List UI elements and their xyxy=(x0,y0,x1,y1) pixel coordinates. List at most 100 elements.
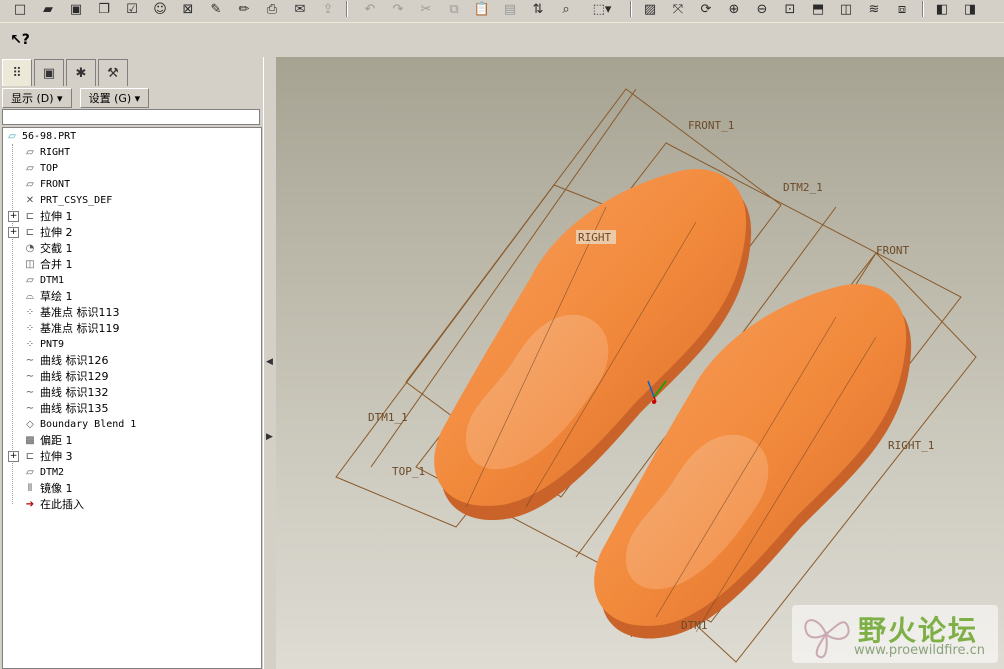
copy-icon[interactable]: ❐ xyxy=(94,0,114,18)
tree-item[interactable]: ⁘ 基准点 标识113 xyxy=(23,304,120,320)
tree-item[interactable]: ◇ Boundary Blend 1 xyxy=(23,416,136,432)
favorites-tab[interactable]: ✱ xyxy=(66,59,96,86)
arrow-pointer-icon: ↖ xyxy=(10,32,22,48)
toolbar-separator xyxy=(346,1,348,17)
settings-menu[interactable]: 设置 (G) ▾ xyxy=(79,88,150,108)
send-icon[interactable]: ⇪ xyxy=(318,0,338,18)
tree-expand-toggle[interactable]: + xyxy=(8,227,19,238)
expand-right-icon[interactable]: ▶ xyxy=(266,432,273,442)
context-toolbar: ↖? xyxy=(0,22,1004,57)
tree-item[interactable]: ✕ PRT_CSYS_DEF xyxy=(23,192,112,208)
tree-item[interactable]: ⌓ 草绘 1 xyxy=(23,288,73,304)
model-tree: ▱ 56-98.PRT ▱ RIGHT ▱ TOP ▱ FRONT ✕ PRT_CSYS_DE… xyxy=(2,127,262,669)
context-help-button[interactable]: ↖? xyxy=(8,29,32,51)
tree-item-label: 基准点 标识113 xyxy=(40,306,120,319)
repaint-icon[interactable]: ▨ xyxy=(640,0,660,18)
refit-icon[interactable]: ⊡ xyxy=(780,0,800,18)
datum-label-right1: RIGHT_1 xyxy=(888,439,934,452)
tree-item[interactable]: ⁘ 基准点 标识119 xyxy=(23,320,120,336)
save-icon[interactable]: ▣ xyxy=(66,0,86,18)
tree-item[interactable]: ◔ 交截 1 xyxy=(23,240,73,256)
tree-item[interactable]: ⫴ 镜像 1 xyxy=(23,480,73,496)
tools-tab[interactable]: ⚒ xyxy=(98,59,128,86)
tree-root[interactable]: ▱ 56-98.PRT xyxy=(5,128,76,144)
tree-item[interactable]: ∼ 曲线 标识135 xyxy=(23,400,109,416)
folder-tab[interactable]: ▣ xyxy=(34,59,64,86)
datum-label-dtm2: DTM2_1 xyxy=(783,181,823,194)
saved-views-icon[interactable]: ◫ xyxy=(836,0,856,18)
undo-icon[interactable]: ↶ xyxy=(360,0,380,18)
zoom-in-icon[interactable]: ⊕ xyxy=(724,0,744,18)
orient-icon[interactable]: ⟳ xyxy=(696,0,716,18)
mail-icon[interactable]: ✉ xyxy=(290,0,310,18)
tree-item-label: DTM2 xyxy=(40,466,65,478)
tree-item[interactable]: ▩ 偏距 1 xyxy=(23,432,73,448)
tree-item[interactable]: ⊏ 拉伸 1 xyxy=(23,208,73,224)
tree-item[interactable]: ▱ RIGHT xyxy=(23,144,70,160)
tree-connector xyxy=(12,144,13,504)
checkbox-icon[interactable]: ☑ xyxy=(122,0,142,18)
tree-filter-field[interactable] xyxy=(2,109,260,125)
tree-expand-toggle[interactable]: + xyxy=(8,211,19,222)
new-icon[interactable]: □ xyxy=(10,0,30,18)
paste-icon[interactable]: 📋 xyxy=(472,0,492,18)
tree-item-label: 草绘 1 xyxy=(40,290,73,303)
close-window-icon[interactable]: ⊠ xyxy=(178,0,198,18)
print-icon[interactable]: ⎙ xyxy=(262,0,282,18)
pencil-icon[interactable]: ✏ xyxy=(234,0,254,18)
tree-item-label: 偏距 1 xyxy=(40,434,73,447)
tree-item[interactable]: ⊏ 拉伸 3 xyxy=(23,448,73,464)
extrude-icon: ⊏ xyxy=(25,450,35,462)
regenerate-icon[interactable]: ⇅ xyxy=(528,0,548,18)
wireframe-icon[interactable]: ◨ xyxy=(960,0,980,18)
shading-icon[interactable]: ◧ xyxy=(932,0,952,18)
model-tree-icon: ⠿ xyxy=(12,65,22,81)
edit-icon[interactable]: ✎ xyxy=(206,0,226,18)
paste-special-icon[interactable]: ▤ xyxy=(500,0,520,18)
offset-icon: ▩ xyxy=(25,434,35,446)
curve-icon: ∼ xyxy=(25,386,35,398)
display-menu[interactable]: 显示 (D) ▾ xyxy=(2,88,72,108)
datum-plane-icon: ▱ xyxy=(26,162,34,174)
panel-splitter[interactable]: ◀ ▶ xyxy=(263,57,277,669)
tree-expand-toggle[interactable]: + xyxy=(8,451,19,462)
tree-item[interactable]: ∼ 曲线 标识126 xyxy=(23,352,109,368)
tree-item[interactable]: ➔ 在此插入 xyxy=(23,496,84,512)
layers-icon[interactable]: ≋ xyxy=(864,0,884,18)
open-icon[interactable]: ▰ xyxy=(38,0,58,18)
find-icon[interactable]: ⌕ xyxy=(556,0,576,18)
tree-item-label: 曲线 标识135 xyxy=(40,402,109,415)
spin-icon[interactable]: ⤧ xyxy=(668,0,688,18)
collapse-left-icon[interactable]: ◀ xyxy=(266,357,273,367)
tree-item[interactable]: ⊏ 拉伸 2 xyxy=(23,224,73,240)
model-tree-tab[interactable]: ⠿ xyxy=(2,59,32,86)
smile-icon[interactable]: ☺ xyxy=(150,0,170,18)
tree-item[interactable]: ▱ TOP xyxy=(23,160,58,176)
datum-plane-icon: ▱ xyxy=(26,146,34,158)
tree-item[interactable]: ▱ DTM2 xyxy=(23,464,64,480)
copy-icon[interactable]: ⧉ xyxy=(444,0,464,18)
tree-item-label: RIGHT xyxy=(40,146,71,158)
redo-icon[interactable]: ↷ xyxy=(388,0,408,18)
tree-item[interactable]: ▱ FRONT xyxy=(23,176,70,192)
tree-item[interactable]: ∼ 曲线 标识129 xyxy=(23,368,109,384)
view-manager-icon[interactable]: ⧈ xyxy=(892,0,912,18)
cut-icon[interactable]: ✂ xyxy=(416,0,436,18)
tree-item[interactable]: ▱ DTM1 xyxy=(23,272,64,288)
graphics-window[interactable]: FRONT_1 DTM2_1 RIGHT FRONT DTM1_1 TOP_1 … xyxy=(276,57,1004,669)
tree-item[interactable]: ◫ 合并 1 xyxy=(23,256,72,272)
select-icon[interactable]: ⬚▾ xyxy=(584,0,620,18)
view-icon[interactable]: ⬒ xyxy=(808,0,828,18)
tree-item[interactable]: ⁘ PNT9 xyxy=(23,336,64,352)
tree-item-label: 曲线 标识126 xyxy=(40,354,109,367)
tree-root-label: 56-98.PRT xyxy=(22,130,77,142)
tree-item-label: 基准点 标识119 xyxy=(40,322,120,335)
datum-label-dtm1b: DTM1 xyxy=(681,619,708,632)
zoom-out-icon[interactable]: ⊖ xyxy=(752,0,772,18)
sketch-icon: ⌓ xyxy=(26,290,34,302)
boundary-blend-icon: ◇ xyxy=(26,418,34,430)
favorites-icon: ✱ xyxy=(75,65,87,81)
mirror-icon: ⫴ xyxy=(27,482,33,494)
tree-item[interactable]: ∼ 曲线 标识132 xyxy=(23,384,109,400)
datum-point-icon: ⁘ xyxy=(25,322,35,334)
